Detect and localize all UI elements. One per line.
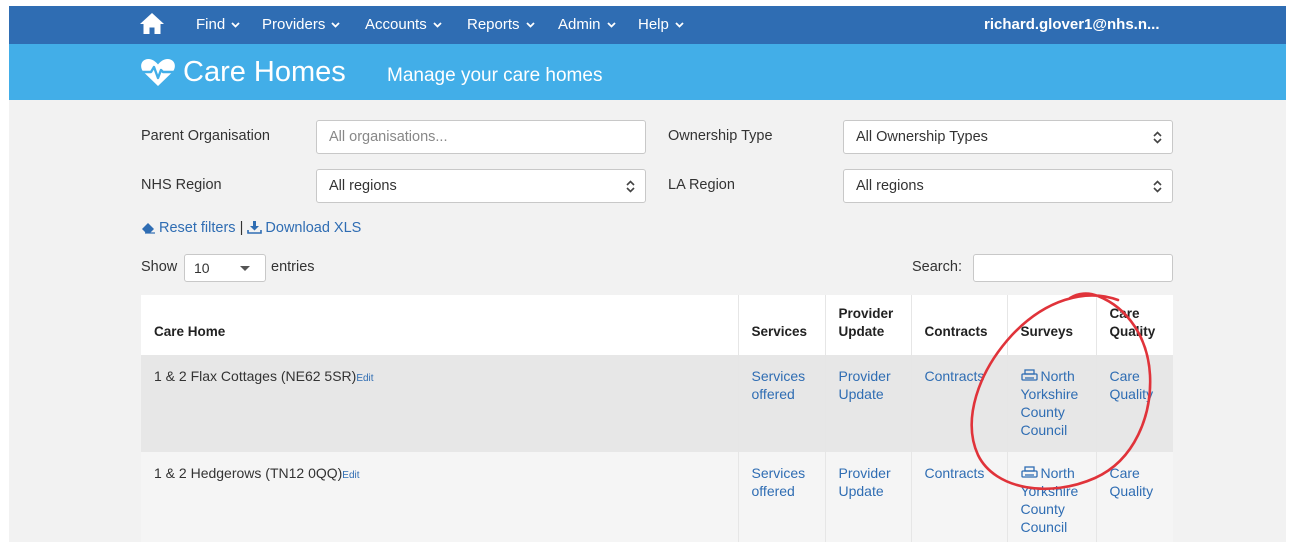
care-quality-link[interactable]: Care Quality xyxy=(1110,368,1154,402)
care-quality-link[interactable]: Care Quality xyxy=(1110,465,1154,499)
parent-org-label: Parent Organisation xyxy=(141,128,270,144)
page-banner: Care Homes Manage your care homes xyxy=(9,44,1286,100)
services-offered-link[interactable]: Services offered xyxy=(752,368,806,402)
la-region-select[interactable]: All regions xyxy=(843,169,1173,203)
show-label: Show xyxy=(141,259,178,275)
care-home-cell: 1 & 2 Hedgerows (TN12 0QQ)Edit xyxy=(141,452,739,542)
select-arrows-icon xyxy=(1153,180,1162,193)
download-xls-link[interactable]: Download XLS xyxy=(247,220,361,236)
search-input[interactable] xyxy=(973,254,1173,282)
chevron-down-icon xyxy=(675,22,684,28)
survey-link[interactable]: North Yorkshire County Council xyxy=(1021,465,1079,535)
la-region-value: All regions xyxy=(856,178,924,194)
page-title: Care Homes xyxy=(183,56,346,88)
nav-providers-menu[interactable]: Providers xyxy=(262,16,340,33)
nav-find-label: Find xyxy=(196,16,226,33)
home-icon[interactable] xyxy=(139,12,165,36)
chevron-down-icon xyxy=(606,22,616,28)
ownership-type-value: All Ownership Types xyxy=(856,129,988,145)
nav-help-label: Help xyxy=(638,16,669,33)
contracts-link[interactable]: Contracts xyxy=(925,368,985,384)
nav-providers-label: Providers xyxy=(262,16,326,33)
care-home-name: 1 & 2 Hedgerows (TN12 0QQ) xyxy=(154,465,343,481)
edit-link[interactable]: Edit xyxy=(356,373,373,384)
provider-update-link[interactable]: Provider Update xyxy=(839,465,891,499)
nhs-region-value: All regions xyxy=(329,178,397,194)
col-header-care-home[interactable]: Care Home xyxy=(141,295,739,355)
nav-reports-label: Reports xyxy=(467,16,520,33)
download-xls-label: Download XLS xyxy=(265,220,362,236)
col-header-surveys[interactable]: Surveys xyxy=(1007,295,1097,355)
services-offered-link[interactable]: Services offered xyxy=(752,465,806,499)
col-header-provider-update[interactable]: Provider Update xyxy=(825,295,912,355)
col-header-care-quality[interactable]: Care Quality xyxy=(1096,295,1173,355)
link-separator: | xyxy=(239,220,244,236)
table-row: 1 & 2 Hedgerows (TN12 0QQ)Edit Services … xyxy=(141,452,1173,542)
print-icon xyxy=(1020,369,1038,381)
select-arrows-icon xyxy=(1153,131,1162,144)
edit-link[interactable]: Edit xyxy=(342,470,359,481)
col-header-services[interactable]: Services xyxy=(738,295,826,355)
care-home-cell: 1 & 2 Flax Cottages (NE62 5SR)Edit xyxy=(141,355,739,452)
nav-reports-menu[interactable]: Reports xyxy=(467,16,535,33)
nhs-region-label: NHS Region xyxy=(141,177,222,193)
user-account-menu[interactable]: richard.glover1@nhs.n... xyxy=(984,16,1160,33)
chevron-down-icon xyxy=(525,22,535,28)
care-homes-table: Care Home Services Provider Update Contr… xyxy=(141,295,1173,542)
download-icon xyxy=(247,221,263,234)
nav-help-menu[interactable]: Help xyxy=(638,16,684,33)
nav-accounts-menu[interactable]: Accounts xyxy=(365,16,442,33)
top-navbar: Find Providers Accounts Reports Admin He… xyxy=(9,6,1286,44)
search-label: Search: xyxy=(912,259,962,275)
nav-admin-label: Admin xyxy=(558,16,601,33)
filter-actions: Reset filters | Download XLS xyxy=(141,220,361,236)
ownership-type-label: Ownership Type xyxy=(668,128,773,144)
contracts-link[interactable]: Contracts xyxy=(925,465,985,481)
survey-link[interactable]: North Yorkshire County Council xyxy=(1021,368,1079,438)
la-region-label: LA Region xyxy=(668,177,735,193)
chevron-down-icon xyxy=(331,22,340,28)
page-subtitle: Manage your care homes xyxy=(387,65,603,86)
app-window: Find Providers Accounts Reports Admin He… xyxy=(9,6,1286,542)
entries-label: entries xyxy=(271,259,315,275)
parent-org-input[interactable]: All organisations... xyxy=(316,120,646,154)
reset-filters-link[interactable]: Reset filters xyxy=(141,220,240,236)
provider-update-link[interactable]: Provider Update xyxy=(839,368,891,402)
entries-per-page-value: 10 xyxy=(194,260,210,276)
heart-pulse-icon xyxy=(141,59,175,86)
col-header-contracts[interactable]: Contracts xyxy=(911,295,1008,355)
nav-find-menu[interactable]: Find xyxy=(196,16,240,33)
nhs-region-select[interactable]: All regions xyxy=(316,169,646,203)
care-home-name: 1 & 2 Flax Cottages (NE62 5SR) xyxy=(154,368,357,384)
ownership-type-select[interactable]: All Ownership Types xyxy=(843,120,1173,154)
nav-admin-menu[interactable]: Admin xyxy=(558,16,616,33)
entries-per-page-select[interactable]: 10 xyxy=(184,254,266,282)
caret-down-icon xyxy=(240,266,250,271)
table-header-row: Care Home Services Provider Update Contr… xyxy=(141,295,1173,355)
chevron-down-icon xyxy=(433,22,442,28)
eraser-icon xyxy=(142,223,155,234)
chevron-down-icon xyxy=(231,22,240,28)
print-icon xyxy=(1020,466,1038,478)
reset-filters-label: Reset filters xyxy=(159,220,236,236)
nav-accounts-label: Accounts xyxy=(365,16,427,33)
table-row: 1 & 2 Flax Cottages (NE62 5SR)Edit Servi… xyxy=(141,355,1173,452)
select-arrows-icon xyxy=(626,180,635,193)
